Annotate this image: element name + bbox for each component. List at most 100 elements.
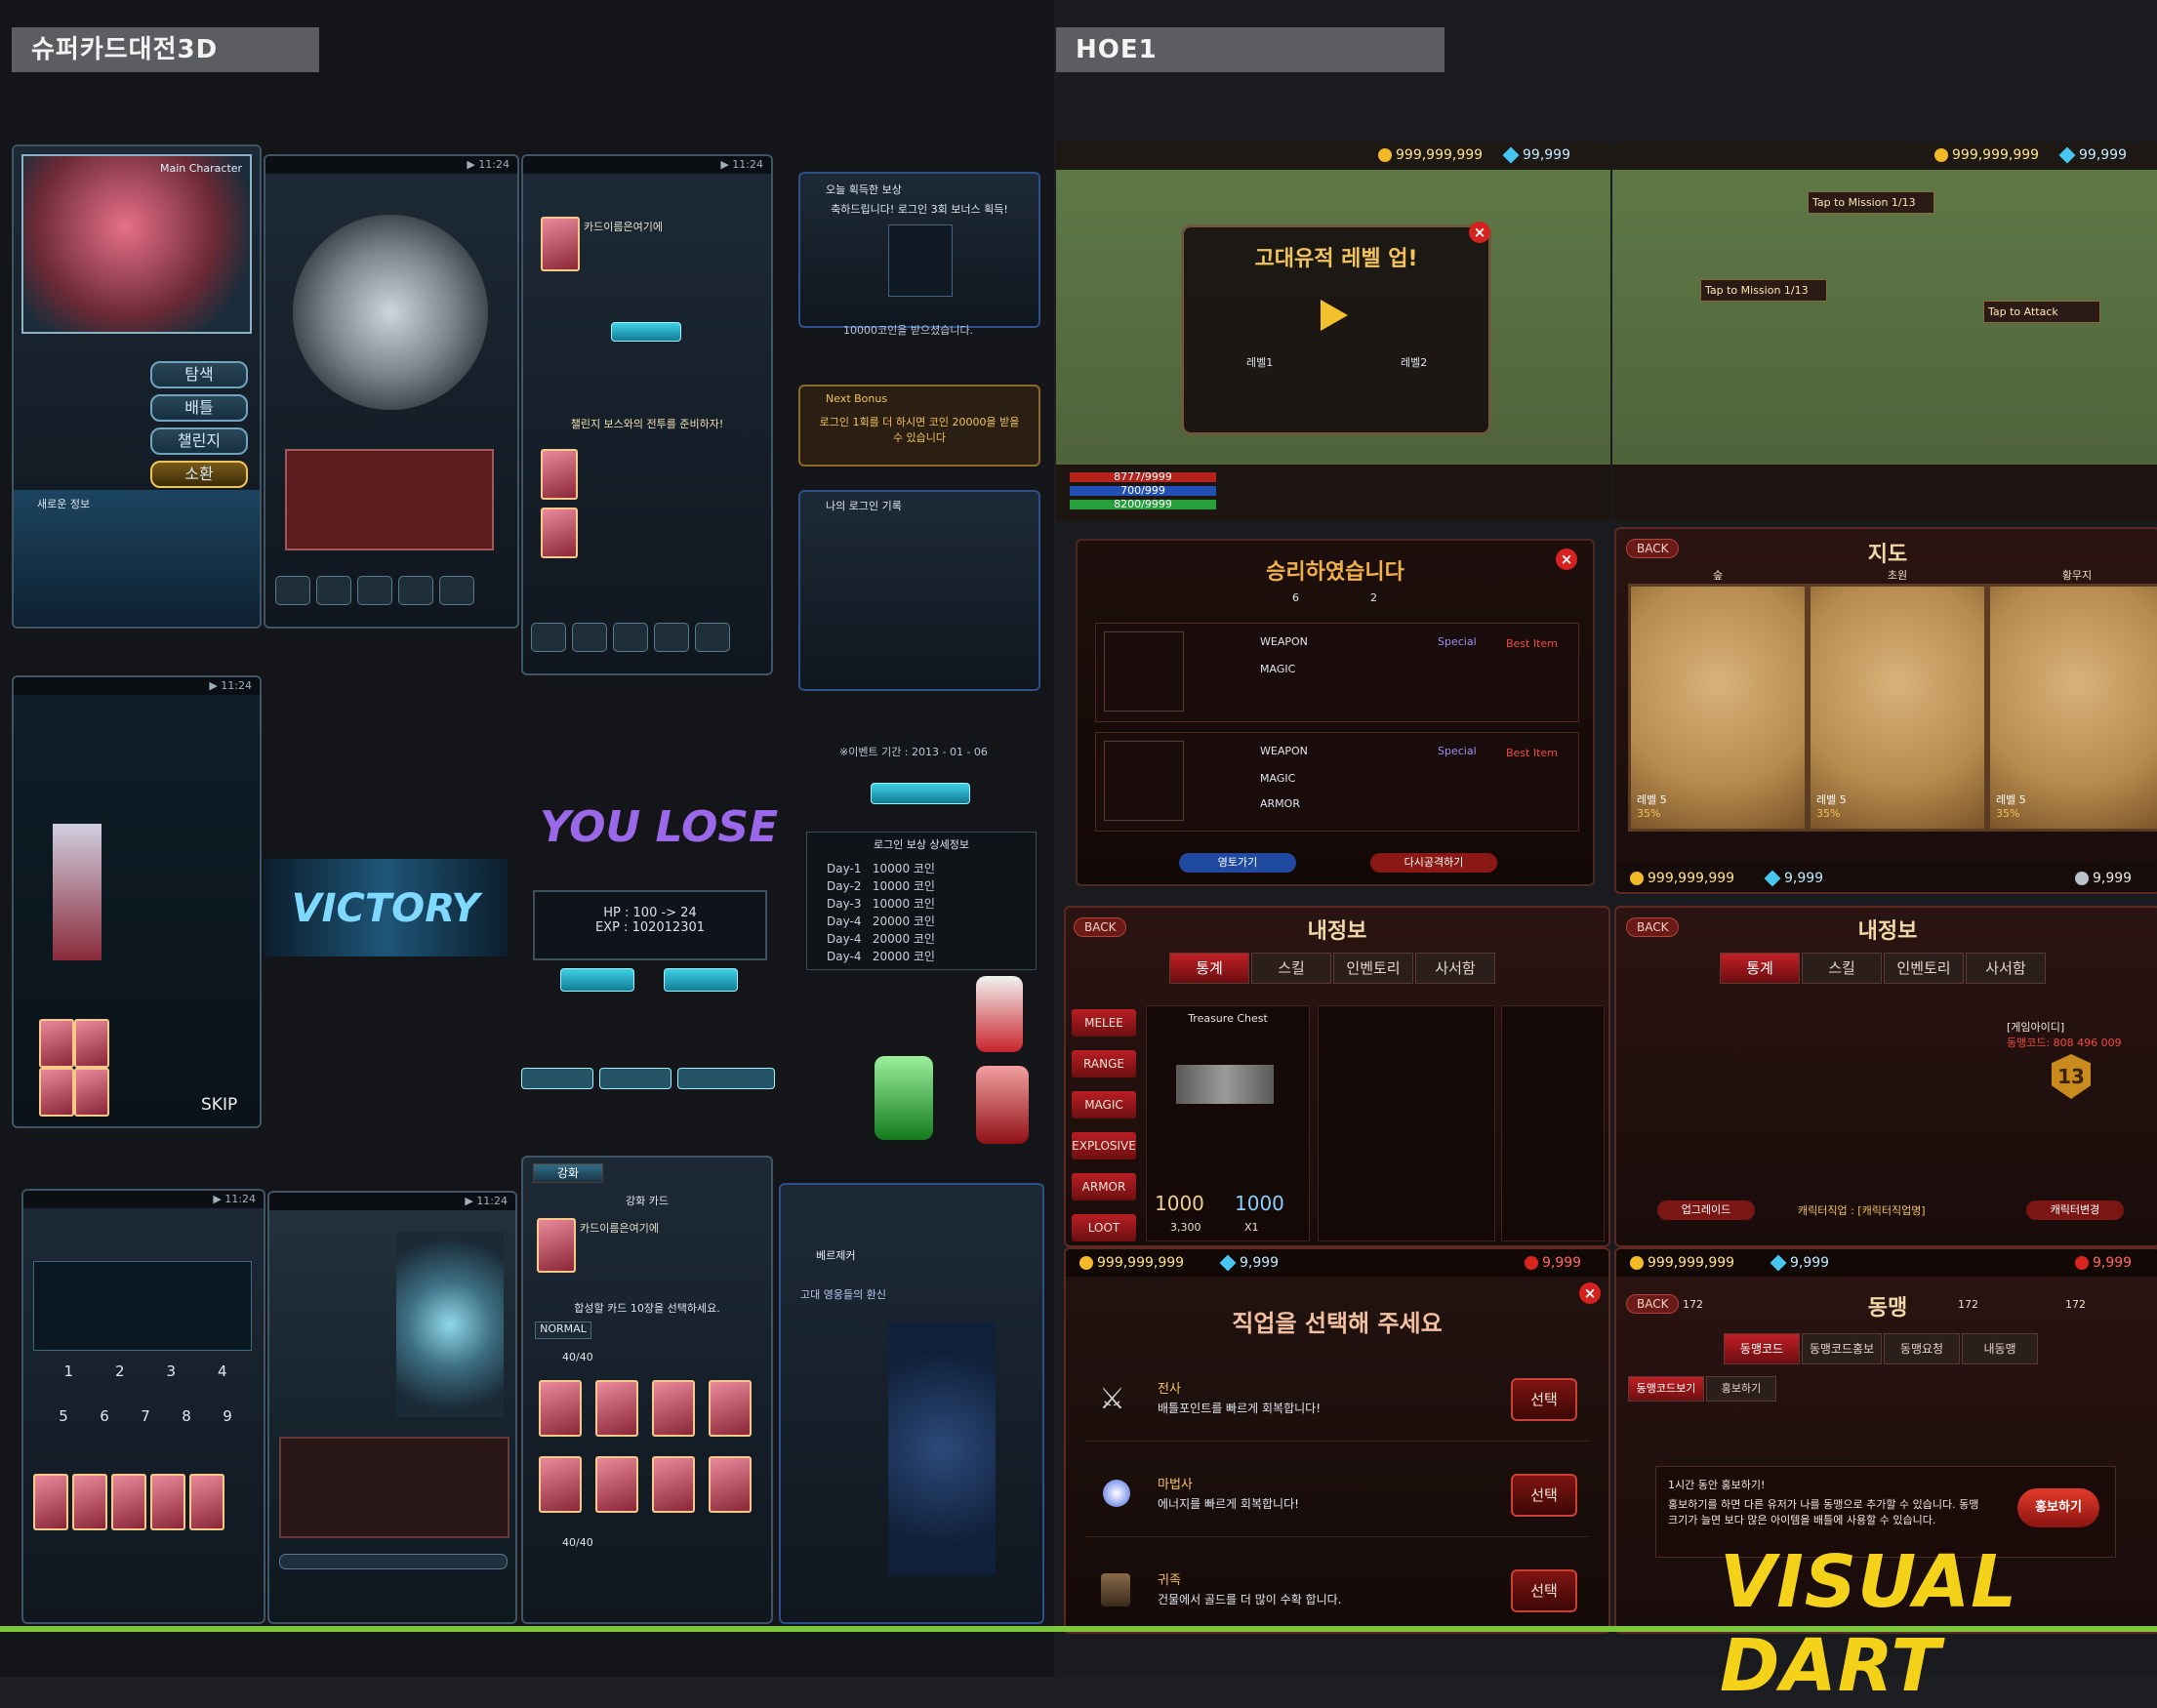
tab-view-code[interactable]: 동맹코드보기 bbox=[1628, 1376, 1704, 1402]
tab-alliance-request[interactable]: 동맹요청 bbox=[1884, 1333, 1960, 1364]
roulette-wheel[interactable] bbox=[293, 215, 488, 410]
item-slot[interactable]: Treasure Chest 1000 1000 3,300 X1 bbox=[1146, 1005, 1310, 1241]
result-left-button[interactable] bbox=[560, 968, 634, 992]
skip-button[interactable]: SKIP bbox=[201, 1095, 237, 1115]
tab-upgrade[interactable]: 강화 bbox=[533, 1163, 603, 1183]
card-thumbnail[interactable] bbox=[652, 1380, 695, 1437]
menu-button[interactable] bbox=[613, 623, 648, 652]
menu-button[interactable] bbox=[572, 623, 607, 652]
tab-my-alliance[interactable]: 내동맹 bbox=[1962, 1333, 2038, 1364]
tab-stats[interactable]: 통계 bbox=[1169, 953, 1249, 984]
close-icon[interactable]: × bbox=[1556, 549, 1577, 570]
card-thumbnail[interactable] bbox=[39, 1068, 74, 1117]
card-thumbnail[interactable] bbox=[189, 1474, 224, 1530]
card-thumbnail[interactable] bbox=[595, 1380, 638, 1437]
attack-again-button[interactable]: 다시공격하기 bbox=[1370, 853, 1497, 873]
section-title-left: 슈퍼카드대전3D bbox=[12, 27, 319, 72]
card-thumbnail[interactable] bbox=[539, 1380, 582, 1437]
number-key[interactable]: 8 bbox=[182, 1407, 191, 1425]
number-key[interactable]: 1 bbox=[63, 1362, 73, 1380]
category-armor[interactable]: ARMOR bbox=[1072, 1173, 1136, 1200]
summon-button[interactable]: 소환 bbox=[150, 461, 248, 488]
card-thumbnail[interactable] bbox=[709, 1380, 752, 1437]
armor-label: ARMOR bbox=[1260, 797, 1300, 810]
number-key[interactable]: 2 bbox=[115, 1362, 125, 1380]
card-thumbnail[interactable] bbox=[72, 1474, 107, 1530]
card-thumbnail[interactable] bbox=[709, 1456, 752, 1513]
card-thumbnail[interactable] bbox=[111, 1474, 146, 1530]
sort-select[interactable]: NORMAL bbox=[535, 1322, 591, 1339]
tab-inventory[interactable]: 인벤토리 bbox=[1333, 953, 1413, 984]
attack-tooltip[interactable]: Tap to Attack bbox=[1983, 301, 2100, 323]
change-character-button[interactable]: 캐릭터변경 bbox=[2026, 1200, 2124, 1220]
tab-mailbox[interactable]: 사서함 bbox=[1415, 953, 1495, 984]
tab-promote[interactable]: 홍보하기 bbox=[1706, 1376, 1776, 1402]
card-thumbnail[interactable] bbox=[74, 1019, 109, 1068]
card-count: 40/40 bbox=[562, 1536, 593, 1549]
category-magic[interactable]: MAGIC bbox=[1072, 1091, 1136, 1118]
tab-skills[interactable]: 스킬 bbox=[1802, 953, 1882, 984]
explore-button[interactable]: 탐색 bbox=[150, 361, 248, 388]
map-region-card[interactable]: 숲 레벨 5 35% bbox=[1628, 569, 1808, 832]
number-key[interactable]: 9 bbox=[223, 1407, 232, 1425]
mission-tooltip[interactable]: Tap to Mission 1/13 bbox=[1700, 279, 1827, 302]
category-loot[interactable]: LOOT bbox=[1072, 1214, 1136, 1241]
number-key[interactable]: 3 bbox=[166, 1362, 176, 1380]
menu-button[interactable] bbox=[316, 576, 351, 605]
lose-option-button[interactable] bbox=[521, 1068, 593, 1089]
card-thumbnail[interactable] bbox=[537, 1218, 576, 1273]
menu-button[interactable] bbox=[275, 576, 310, 605]
tab-skills[interactable]: 스킬 bbox=[1251, 953, 1331, 984]
card-thumbnail[interactable] bbox=[595, 1456, 638, 1513]
gold-counter: 999,999,999 bbox=[1934, 147, 2039, 163]
challenge-button[interactable]: 챌린지 bbox=[150, 427, 248, 455]
category-melee[interactable]: MELEE bbox=[1072, 1009, 1136, 1037]
number-key[interactable]: 5 bbox=[59, 1407, 68, 1425]
number-key[interactable]: 4 bbox=[218, 1362, 227, 1380]
upgrade-button[interactable]: 업그레이드 bbox=[1657, 1200, 1755, 1220]
lose-option-button[interactable] bbox=[677, 1068, 775, 1089]
card-action-button[interactable] bbox=[611, 322, 681, 342]
item-slot[interactable] bbox=[1318, 1005, 1495, 1241]
card-thumbnail[interactable] bbox=[539, 1456, 582, 1513]
region-progress: 35% bbox=[1996, 807, 2020, 820]
card-thumbnail[interactable] bbox=[74, 1068, 109, 1117]
card-thumbnail[interactable] bbox=[541, 508, 578, 558]
card-thumbnail[interactable] bbox=[150, 1474, 185, 1530]
tab-stats[interactable]: 통계 bbox=[1720, 953, 1800, 984]
menu-button[interactable] bbox=[695, 623, 730, 652]
battle-button[interactable]: 배틀 bbox=[150, 394, 248, 422]
promote-button[interactable]: 홍보하기 bbox=[2017, 1488, 2099, 1527]
result-right-button[interactable] bbox=[664, 968, 738, 992]
confirm-button[interactable] bbox=[871, 783, 970, 804]
go-territory-button[interactable]: 영토가기 bbox=[1179, 853, 1296, 873]
select-job-button[interactable]: 선택 bbox=[1511, 1474, 1577, 1517]
tab-mailbox[interactable]: 사서함 bbox=[1966, 953, 2046, 984]
menu-button[interactable] bbox=[531, 623, 566, 652]
menu-button[interactable] bbox=[654, 623, 689, 652]
card-thumbnail[interactable] bbox=[541, 217, 580, 271]
tab-alliance-code[interactable]: 동맹코드 bbox=[1724, 1333, 1800, 1364]
lose-option-button[interactable] bbox=[599, 1068, 672, 1089]
tab-inventory[interactable]: 인벤토리 bbox=[1884, 953, 1964, 984]
map-region-card[interactable]: 황무지 레벨 5 35% bbox=[1987, 569, 2157, 832]
number-key[interactable]: 7 bbox=[141, 1407, 150, 1425]
tab-alliance-promo[interactable]: 동맹코드홍보 bbox=[1802, 1333, 1882, 1364]
card-thumbnail[interactable] bbox=[33, 1474, 68, 1530]
card-thumbnail[interactable] bbox=[541, 449, 578, 500]
number-key[interactable]: 6 bbox=[100, 1407, 109, 1425]
card-thumbnail[interactable] bbox=[652, 1456, 695, 1513]
item-slot[interactable] bbox=[1501, 1005, 1605, 1241]
select-job-button[interactable]: 선택 bbox=[1511, 1378, 1577, 1421]
category-range[interactable]: RANGE bbox=[1072, 1050, 1136, 1078]
map-region-card[interactable]: 초원 레벨 5 35% bbox=[1808, 569, 1987, 832]
select-job-button[interactable]: 선택 bbox=[1511, 1569, 1577, 1612]
close-icon[interactable]: × bbox=[1579, 1282, 1601, 1304]
menu-button[interactable] bbox=[357, 576, 392, 605]
menu-button[interactable] bbox=[398, 576, 433, 605]
card-thumbnail[interactable] bbox=[39, 1019, 74, 1068]
menu-button[interactable] bbox=[439, 576, 474, 605]
close-icon[interactable]: × bbox=[1469, 222, 1490, 243]
mission-tooltip[interactable]: Tap to Mission 1/13 bbox=[1808, 191, 1934, 214]
category-explosive[interactable]: EXPLOSIVE bbox=[1072, 1132, 1136, 1159]
